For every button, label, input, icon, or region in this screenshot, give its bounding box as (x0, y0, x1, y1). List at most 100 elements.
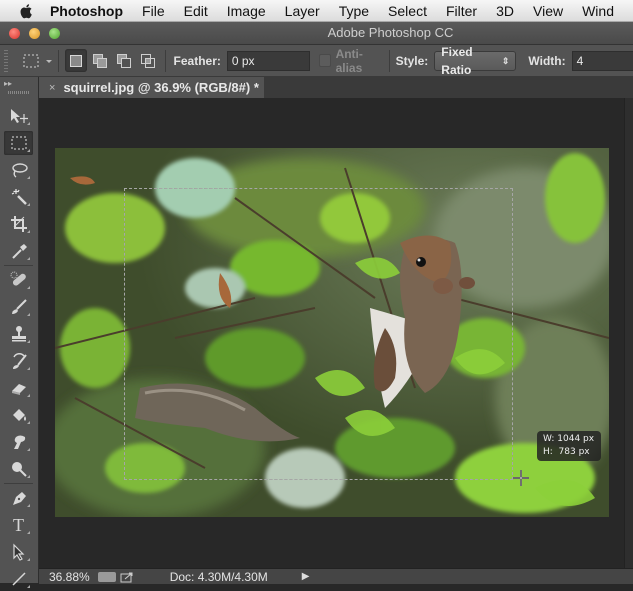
style-select-value: Fixed Ratio (441, 44, 473, 77)
rect-marquee-icon (23, 54, 39, 67)
new-selection-button[interactable] (65, 49, 88, 72)
anti-alias-checkbox[interactable] (318, 54, 331, 67)
magic-wand-icon (11, 189, 27, 205)
divider (388, 49, 390, 72)
menu-file[interactable]: File (142, 3, 165, 19)
anti-alias-label: Anti-alias (335, 46, 363, 75)
options-bar-grip[interactable] (4, 49, 8, 72)
tool-preset-picker[interactable] (22, 49, 41, 72)
menu-type[interactable]: Type (339, 3, 369, 19)
tool-spot-healing-brush[interactable] (4, 268, 33, 292)
close-tab-icon[interactable]: × (49, 82, 55, 94)
paint-bucket-icon (12, 409, 26, 421)
feather-input[interactable]: 0 px (226, 50, 311, 71)
tool-magic-wand[interactable] (4, 185, 33, 209)
add-selection-icon (93, 53, 108, 68)
subtract-selection-icon (116, 53, 131, 68)
menu-select[interactable]: Select (388, 3, 427, 19)
hud-width-row: W: 1044 px (543, 433, 595, 446)
document-tab[interactable]: × squirrel.jpg @ 36.9% (RGB/8#) * (39, 77, 264, 98)
tool-pen[interactable] (4, 486, 33, 510)
toolbox-divider (4, 483, 33, 484)
tool-smudge[interactable] (4, 430, 33, 454)
selection-size-hud: W: 1044 px H: 783 px (537, 431, 601, 461)
new-selection-icon (70, 54, 83, 67)
menu-3d[interactable]: 3D (496, 3, 514, 19)
tool-eyedropper[interactable] (4, 239, 33, 263)
collapse-arrows-icon[interactable]: ▸▸ (4, 79, 12, 88)
tool-path-selection[interactable] (4, 540, 33, 564)
brush-icon (11, 299, 27, 314)
mac-menubar: Photoshop File Edit Image Layer Type Sel… (0, 0, 633, 22)
pen-icon (12, 492, 26, 505)
crop-icon (10, 216, 27, 232)
stamp-icon (11, 326, 26, 342)
add-to-selection-button[interactable] (89, 49, 111, 72)
eraser-icon (11, 384, 26, 395)
status-bar: 36.88% Doc: 4.30M/4.30M ▶ (39, 568, 633, 584)
menu-image[interactable]: Image (227, 3, 266, 19)
tool-history-brush[interactable] (4, 349, 33, 373)
divider (164, 49, 166, 72)
dodge-icon (11, 462, 27, 477)
eyedropper-icon (11, 244, 27, 259)
tool-clone-stamp[interactable] (4, 322, 33, 346)
subtract-from-selection-button[interactable] (113, 49, 135, 72)
hud-width-label: W: (543, 434, 555, 444)
hud-height-label: H: (543, 447, 553, 457)
doc-size-info: Doc: 4.30M/4.30M (169, 569, 268, 584)
type-icon: T (13, 514, 24, 535)
history-brush-icon (12, 353, 27, 369)
path-select-arrow-icon (12, 543, 24, 561)
width-input[interactable]: 4 (571, 50, 633, 71)
photo-image (55, 148, 609, 517)
zoom-level[interactable]: 36.88% (49, 570, 90, 584)
tool-crop[interactable] (4, 212, 33, 236)
style-label: Style: (395, 53, 429, 68)
toolbox-header[interactable]: ▸▸ (0, 77, 39, 98)
options-bar: Feather: 0 px Anti-alias Style: Fixed Ra… (0, 45, 633, 77)
updown-arrows-icon: ⇕ (501, 55, 510, 66)
intersect-selection-icon (140, 53, 155, 68)
tool-brush[interactable] (4, 295, 33, 319)
bandage-icon (10, 271, 26, 286)
toolbox-divider (4, 265, 33, 266)
tool-paint-bucket[interactable] (4, 403, 33, 427)
document-tab-title: squirrel.jpg @ 36.9% (RGB/8#) * (63, 80, 259, 95)
move-icon (10, 109, 28, 123)
apple-logo-icon[interactable] (20, 3, 34, 19)
intersect-selection-button[interactable] (137, 49, 159, 72)
divider (58, 49, 60, 72)
crosshair-cursor-icon (513, 470, 529, 486)
tool-move[interactable] (4, 104, 33, 128)
toolbox: T (0, 98, 39, 588)
menu-filter[interactable]: Filter (446, 3, 477, 19)
menu-layer[interactable]: Layer (285, 3, 320, 19)
hud-height-row: H: 783 px (543, 446, 595, 459)
menu-edit[interactable]: Edit (184, 3, 208, 19)
smudge-icon (13, 435, 25, 449)
squirrel-photo[interactable] (55, 148, 609, 517)
window-title: Adobe Photoshop CC (327, 25, 454, 40)
window-titlebar: Adobe Photoshop CC (0, 22, 633, 45)
tool-line[interactable] (4, 567, 33, 591)
share-icon[interactable] (120, 571, 134, 583)
vertical-scrollbar[interactable] (624, 98, 633, 568)
line-icon (11, 572, 26, 586)
chevron-down-icon[interactable] (44, 56, 53, 66)
lasso-icon (11, 163, 28, 178)
style-select[interactable]: Fixed Ratio ⇕ (434, 45, 517, 77)
tool-lasso[interactable] (4, 158, 33, 182)
status-menu-arrow[interactable]: ▶ (302, 571, 310, 582)
hud-height-value: 783 px (558, 447, 590, 457)
tool-eraser[interactable] (4, 376, 33, 400)
tool-type[interactable]: T (4, 513, 33, 537)
tool-dodge[interactable] (4, 457, 33, 481)
toolbox-grip[interactable] (8, 91, 30, 94)
rect-marquee-icon (11, 136, 26, 150)
feather-label: Feather: (173, 53, 221, 68)
menu-view[interactable]: View (533, 3, 563, 19)
menu-photoshop[interactable]: Photoshop (50, 3, 123, 19)
menu-window[interactable]: Wind (582, 3, 614, 19)
tool-rectangular-marquee[interactable] (4, 131, 33, 155)
